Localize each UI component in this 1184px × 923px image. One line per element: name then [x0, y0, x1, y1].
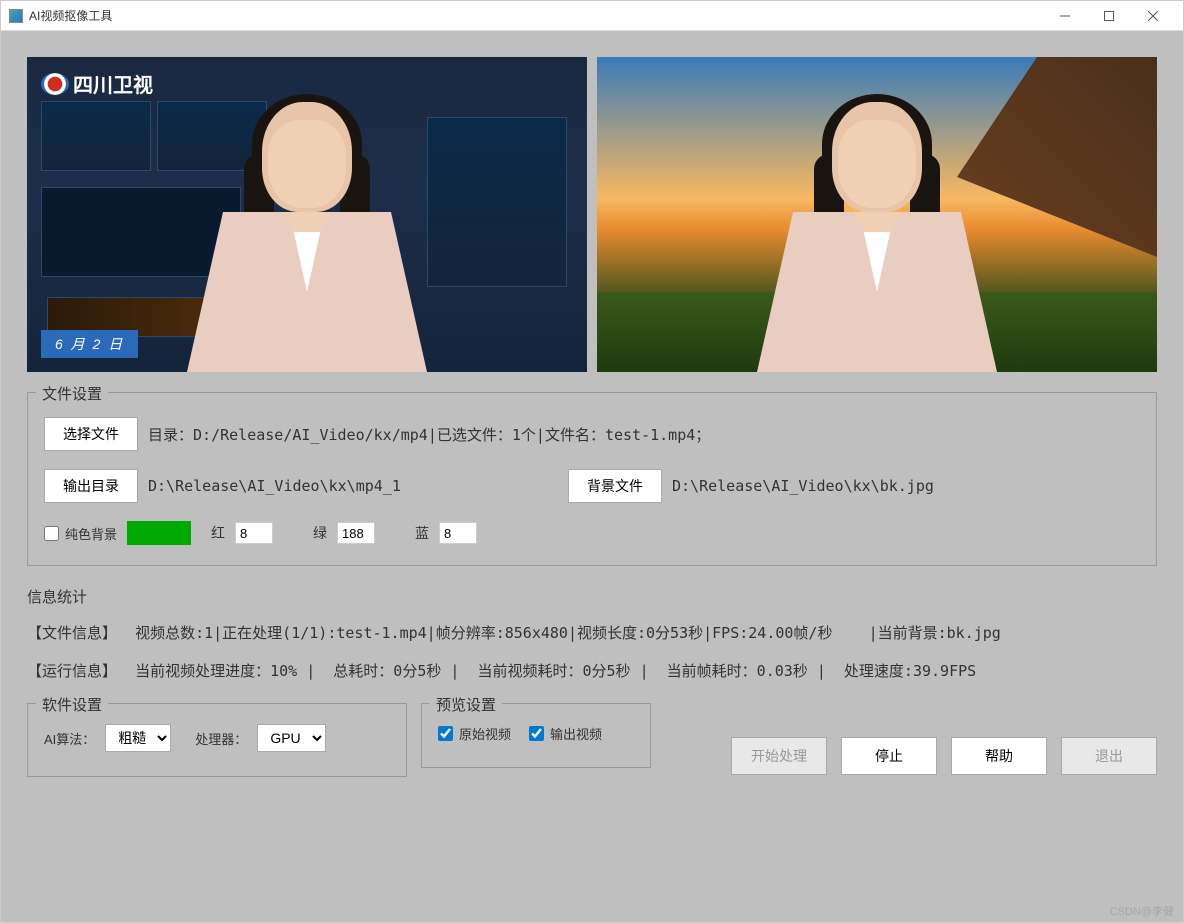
proc-select[interactable]: GPU	[257, 724, 326, 752]
close-icon	[1148, 11, 1158, 21]
bg-file-text: D:\Release\AI_Video\kx\bk.jpg	[672, 477, 934, 495]
orig-video-checkbox-wrap[interactable]: 原始视频	[438, 724, 511, 743]
stop-button[interactable]: 停止	[841, 737, 937, 775]
output-dir-button[interactable]: 输出目录	[44, 469, 138, 503]
solid-bg-checkbox-wrap[interactable]: 纯色背景	[44, 524, 117, 543]
app-window: AI视频抠像工具	[0, 0, 1184, 923]
solid-bg-checkbox[interactable]	[44, 526, 59, 541]
station-logo-text: 四川卫视	[73, 69, 153, 98]
output-video-preview	[597, 57, 1157, 372]
watermark: CSDN@李健	[1110, 903, 1174, 919]
output-dir-text: D:\Release\AI_Video\kx\mp4_1	[148, 477, 528, 495]
select-file-button[interactable]: 选择文件	[44, 417, 138, 451]
action-buttons: 开始处理 停止 帮助 退出	[731, 703, 1157, 775]
b-input[interactable]	[439, 522, 477, 544]
algo-select[interactable]: 粗糙	[105, 724, 171, 752]
color-swatch[interactable]	[127, 521, 191, 545]
start-button[interactable]: 开始处理	[731, 737, 827, 775]
station-logo: 四川卫视	[41, 69, 153, 98]
stats-title: 信息统计	[27, 586, 1157, 607]
software-settings-title: 软件设置	[36, 694, 108, 715]
file-info-line: 【文件信息】 视频总数:1|正在处理(1/1):test-1.mp4|帧分辨率:…	[27, 621, 1157, 645]
solid-bg-label: 纯色背景	[65, 524, 117, 543]
file-info-text: 目录：D:/Release/AI_Video/kx/mp4|已选文件：1个|文件…	[148, 424, 710, 445]
minimize-icon	[1060, 11, 1070, 21]
logo-eye-icon	[41, 73, 69, 95]
bg-file-button[interactable]: 背景文件	[568, 469, 662, 503]
g-input[interactable]	[337, 522, 375, 544]
titlebar: AI视频抠像工具	[1, 1, 1183, 31]
orig-video-checkbox[interactable]	[438, 726, 453, 741]
help-button[interactable]: 帮助	[951, 737, 1047, 775]
file-settings-title: 文件设置	[36, 383, 108, 404]
out-video-label: 输出视频	[550, 724, 602, 743]
close-button[interactable]	[1131, 2, 1175, 30]
out-video-checkbox[interactable]	[529, 726, 544, 741]
original-video-preview: 四川卫视 6 月 2 日	[27, 57, 587, 372]
anchor-figure-output	[747, 82, 1007, 372]
anchor-figure	[177, 82, 437, 372]
run-info-line: 【运行信息】 当前视频处理进度：10% | 总耗时：0分5秒 | 当前视频耗时：…	[27, 659, 1157, 683]
algo-label: AI算法：	[44, 729, 95, 748]
proc-label: 处理器：	[195, 729, 247, 748]
orig-video-label: 原始视频	[459, 724, 511, 743]
exit-button[interactable]: 退出	[1061, 737, 1157, 775]
app-icon	[9, 9, 23, 23]
out-video-checkbox-wrap[interactable]: 输出视频	[529, 724, 602, 743]
b-label: 蓝	[415, 523, 429, 543]
file-settings-group: 文件设置 选择文件 目录：D:/Release/AI_Video/kx/mp4|…	[27, 392, 1157, 566]
date-bar: 6 月 2 日	[41, 330, 138, 358]
preview-settings-group: 预览设置 原始视频 输出视频	[421, 703, 651, 768]
software-settings-group: 软件设置 AI算法： 粗糙 处理器： GPU	[27, 703, 407, 777]
preview-settings-title: 预览设置	[430, 694, 502, 715]
window-title: AI视频抠像工具	[29, 7, 112, 24]
g-label: 绿	[313, 523, 327, 543]
preview-row: 四川卫视 6 月 2 日	[27, 57, 1157, 372]
stats-section: 信息统计 【文件信息】 视频总数:1|正在处理(1/1):test-1.mp4|…	[27, 586, 1157, 683]
r-label: 红	[211, 523, 225, 543]
maximize-button[interactable]	[1087, 2, 1131, 30]
r-input[interactable]	[235, 522, 273, 544]
maximize-icon	[1104, 11, 1114, 21]
minimize-button[interactable]	[1043, 2, 1087, 30]
